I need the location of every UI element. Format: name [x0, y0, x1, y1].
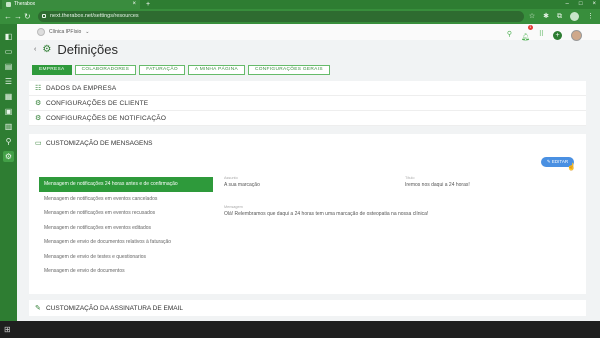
sidebar-documents-icon[interactable]: ▥ [3, 121, 14, 132]
tab-colaboradores[interactable]: COLABORADORES [74, 65, 137, 75]
message-template-list: Mensagem de notificações 24 horas antes … [39, 177, 213, 279]
window-controls: – □ × [566, 0, 596, 9]
puzzle-icon[interactable]: ⧉ [557, 11, 562, 22]
sidebar-tools-icon[interactable]: ⚲ [3, 136, 14, 147]
subject-label: Assunto [224, 176, 238, 180]
section-title: CONFIGURAÇÕES DE NOTIFICAÇÃO [46, 114, 167, 122]
close-tab-icon[interactable]: × [132, 0, 136, 9]
subject-value: A sua marcação [224, 182, 260, 188]
windows-start-icon[interactable]: ⊞ [4, 325, 11, 334]
tab-faturacao[interactable]: FATURAÇÃO [139, 65, 185, 75]
extension-icon[interactable]: ✱ [543, 11, 549, 22]
browser-menu-icon[interactable]: ⋮ [587, 11, 594, 22]
maximize-icon[interactable]: □ [579, 0, 583, 9]
pointer-cursor-icon: ☝ [567, 164, 576, 171]
chevron-down-icon: ⌄ [85, 29, 90, 35]
sidebar-calendar-icon[interactable]: ▤ [3, 61, 14, 72]
new-tab-icon[interactable]: + [146, 0, 150, 9]
section-company-data[interactable]: ☷ DADOS DA EMPRESA [29, 81, 586, 96]
section-notification-config[interactable]: ⚙ CONFIGURAÇÕES DE NOTIFICAÇÃO [29, 111, 586, 126]
search-icon[interactable]: ⚲ [507, 29, 512, 41]
message-label: Mensagem [224, 205, 243, 209]
sidebar-billing-icon[interactable]: ▦ [3, 91, 14, 102]
browser-extensions: ☆ ✱ ⧉ ⋮ [529, 11, 594, 22]
add-button[interactable]: + [553, 30, 562, 40]
browser-tab-title: Therabox [14, 1, 36, 7]
back-arrow-icon[interactable]: ← [4, 11, 12, 22]
bell-icon: 🔔︎ [520, 34, 530, 41]
sidebar-clients-icon[interactable]: ☰ [3, 76, 14, 87]
section-title: CUSTOMIZAÇÃO DA ASSINATURA DE EMAIL [46, 304, 184, 312]
section-title: CONFIGURAÇÕES DE CLIENTE [46, 99, 149, 107]
gear-icon: ⚙ [35, 115, 42, 122]
header-actions: ⚲ 🔔︎ 1 ⠿ + [507, 25, 582, 44]
list-item[interactable]: Mensagem de envio de documentos [39, 264, 213, 279]
customization-header: ▭ CUSTOMIZAÇÃO DE MENSAGENS [35, 139, 153, 148]
reload-icon[interactable]: ↻ [24, 11, 31, 22]
pencil-icon: ✎ [35, 305, 41, 312]
title-value: Iremos nos daqui a 24 horas! [405, 182, 470, 188]
tab-empresa[interactable]: EMPRESA [32, 65, 72, 75]
user-avatar[interactable] [571, 29, 582, 41]
tab-minha-pagina[interactable]: A MINHA PÁGINA [187, 65, 245, 75]
back-chevron-icon[interactable]: ‹ [34, 46, 36, 53]
settings-tabs: EMPRESA COLABORADORES FATURAÇÃO A MINHA … [32, 65, 330, 75]
close-window-icon[interactable]: × [592, 0, 596, 9]
list-item[interactable]: Mensagem de envio de documentos relativo… [39, 235, 213, 250]
message-icon: ▭ [35, 140, 42, 147]
section-title: DADOS DA EMPRESA [46, 84, 117, 92]
list-item[interactable]: Mensagem de envio de testes e questionar… [39, 250, 213, 265]
customization-title: CUSTOMIZAÇÃO DE MENSAGENS [46, 139, 153, 147]
app-sidebar: ◧ ▭ ▤ ☰ ▦ ▣ ▥ ⚲ ⚙ [0, 24, 17, 321]
sidebar-settings-icon[interactable]: ⚙ [3, 151, 14, 162]
minimize-icon[interactable]: – [566, 0, 569, 9]
notification-badge: 1 [527, 25, 533, 30]
tab-configuracoes-gerais[interactable]: CONFIGURAÇÕES GERAIS [247, 65, 330, 75]
database-icon: ☷ [35, 85, 42, 92]
page-title: Definições [57, 42, 119, 57]
list-item[interactable]: Mensagem de notificações em eventos recu… [39, 206, 213, 221]
notifications-button[interactable]: 🔔︎ 1 [520, 25, 533, 44]
favicon-icon [6, 2, 11, 7]
os-taskbar: ⊞ [0, 321, 600, 338]
browser-profile-avatar[interactable] [570, 12, 579, 21]
settings-gear-icon: ⚙ [42, 44, 52, 55]
browser-toolbar: ← → ↻ next.therabox.net/settings/resourc… [0, 9, 600, 24]
forward-arrow-icon[interactable]: → [14, 11, 22, 22]
sidebar-dashboard-icon[interactable]: ▭ [3, 46, 14, 57]
app-header: Clínica IPFísio ⌄ ⚲ 🔔︎ 1 ⠿ + [17, 24, 600, 41]
list-item[interactable]: Mensagem de notificações em eventos edit… [39, 221, 213, 236]
page-heading: ‹ ⚙ Definições [34, 42, 118, 57]
bookmark-star-icon[interactable]: ☆ [529, 11, 535, 22]
gear-icon: ⚙ [35, 100, 42, 107]
address-bar[interactable]: next.therabox.net/settings/resources [38, 11, 524, 22]
message-value: Olá! Relembramos que daqui a 24 horas te… [224, 211, 429, 217]
message-customization-card: ▭ CUSTOMIZAÇÃO DE MENSAGENS ✎ EDITAR ☝ M… [29, 134, 586, 294]
apps-grid-icon[interactable]: ⠿ [539, 29, 544, 41]
title-label: Título [405, 176, 415, 180]
email-signature-card: ✎ CUSTOMIZAÇÃO DA ASSINATURA DE EMAIL [29, 300, 586, 316]
browser-tab[interactable]: Therabox × [2, 0, 140, 9]
list-item[interactable]: Mensagem de notificações 24 horas antes … [39, 177, 213, 192]
lock-icon [42, 14, 46, 18]
sidebar-logo-icon[interactable]: ◧ [3, 31, 14, 42]
clinic-logo [37, 28, 45, 36]
list-item[interactable]: Mensagem de notificações em eventos canc… [39, 192, 213, 207]
url-text: next.therabox.net/settings/resources [50, 13, 139, 19]
section-email-signature[interactable]: ✎ CUSTOMIZAÇÃO DA ASSINATURA DE EMAIL [29, 300, 586, 316]
settings-sections: ☷ DADOS DA EMPRESA ⚙ CONFIGURAÇÕES DE CL… [29, 81, 586, 126]
clinic-name: Clínica IPFísio [49, 29, 82, 35]
edit-label: EDITAR [551, 159, 569, 164]
sidebar-reports-icon[interactable]: ▣ [3, 106, 14, 117]
clinic-selector[interactable]: Clínica IPFísio ⌄ [37, 27, 89, 37]
section-client-config[interactable]: ⚙ CONFIGURAÇÕES DE CLIENTE [29, 96, 586, 111]
browser-tabstrip: Therabox × + – □ × [0, 0, 600, 9]
